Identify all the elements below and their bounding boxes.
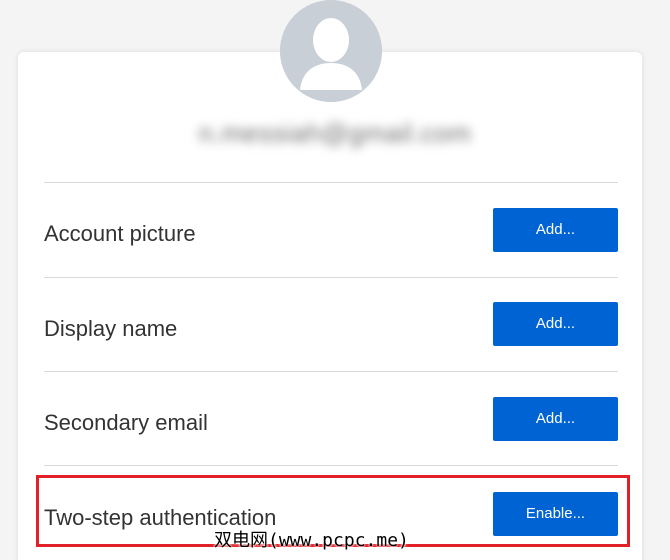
account-picture-add-button[interactable]: Add... bbox=[493, 208, 618, 252]
divider bbox=[44, 182, 618, 183]
watermark: 双电网(www.pcpc.me) bbox=[214, 530, 409, 551]
account-picture-label: Account picture bbox=[44, 221, 196, 246]
divider bbox=[44, 371, 618, 372]
avatar[interactable] bbox=[280, 0, 382, 102]
account-settings-screen: n.messiah@gmail.com Account picture Add.… bbox=[0, 0, 670, 560]
secondary-email-label: Secondary email bbox=[44, 410, 208, 435]
secondary-email-add-button[interactable]: Add... bbox=[493, 397, 618, 441]
two-step-authentication-enable-button[interactable]: Enable... bbox=[493, 492, 618, 536]
display-name-label: Display name bbox=[44, 316, 178, 341]
account-email: n.messiah@gmail.com bbox=[198, 118, 472, 148]
divider bbox=[44, 277, 618, 278]
display-name-add-button[interactable]: Add... bbox=[493, 302, 618, 346]
user-silhouette-icon bbox=[280, 0, 382, 102]
divider bbox=[44, 465, 618, 466]
